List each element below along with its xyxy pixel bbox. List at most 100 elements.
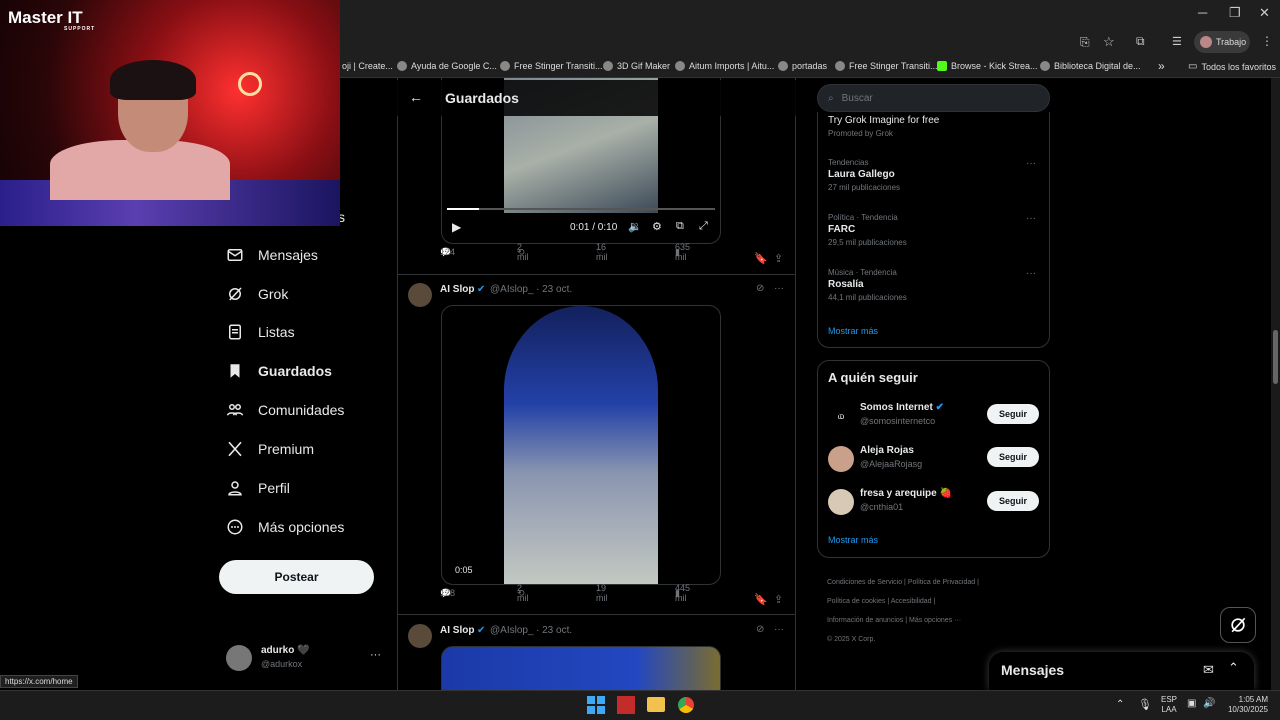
grok-button[interactable] <box>1220 607 1256 643</box>
progress-track[interactable] <box>447 208 715 210</box>
volume-icon[interactable]: 🔉 <box>628 220 642 233</box>
tweet-date[interactable]: · 23 oct. <box>536 625 572 636</box>
app-icon[interactable] <box>617 696 635 714</box>
star-icon[interactable]: ☆ <box>1103 34 1115 50</box>
more-icon[interactable]: ··· <box>1026 213 1036 224</box>
follow-button[interactable]: Seguir <box>987 404 1039 424</box>
share-icon[interactable]: ⇪ <box>774 593 783 606</box>
follow-name[interactable]: fresa y arequipe 🍓 <box>860 488 952 499</box>
chevron-up-icon[interactable]: ⌃ <box>1116 699 1124 710</box>
windows-start-icon[interactable] <box>587 696 605 714</box>
footer-link[interactable]: Política de cookies <box>827 598 885 605</box>
bookmark-item[interactable]: Free Stinger Transiti... <box>500 61 603 71</box>
language-indicator[interactable]: ESP LAA <box>1161 695 1177 715</box>
chrome-icon[interactable] <box>676 695 696 715</box>
nav-bookmarks[interactable]: Guardados <box>226 362 332 380</box>
more-icon[interactable]: ··· <box>370 649 381 661</box>
clock[interactable]: 1:05 AM 10/30/2025 <box>1222 695 1268 715</box>
bookmark-item[interactable]: Biblioteca Digital de... <box>1040 61 1141 71</box>
bookmark-item[interactable]: oji | Create... <box>342 61 393 71</box>
messages-drawer[interactable]: Mensajes ✉ ⌃ <box>989 652 1254 690</box>
search-input[interactable]: Buscar <box>842 93 873 104</box>
more-icon[interactable]: ··· <box>774 624 784 635</box>
tweet-date[interactable]: · 23 oct. <box>536 284 572 295</box>
reading-list-icon[interactable]: ☰ <box>1172 35 1182 48</box>
bookmark-item[interactable]: Ayuda de Google C... <box>397 61 497 71</box>
avatar[interactable] <box>828 489 854 515</box>
nav-profile[interactable]: Perfil <box>226 479 290 497</box>
trend-item[interactable]: Música · Tendencia Rosalía 44,1 mil publ… <box>828 268 1038 302</box>
post-button[interactable]: Postear <box>219 560 374 594</box>
play-icon[interactable]: ▶ <box>452 220 461 234</box>
fullscreen-icon[interactable]: ⤢ <box>699 220 708 233</box>
bookmark-item[interactable]: Aitum Imports | Aitu... <box>675 61 774 71</box>
volume-icon[interactable]: 🔊 <box>1203 698 1215 709</box>
pip-icon[interactable]: ⧉ <box>676 220 684 233</box>
bookmark-item[interactable]: 3D Gif Maker <box>603 61 670 71</box>
grok-icon[interactable]: ⊘ <box>756 283 764 294</box>
bookmark-icon <box>230 364 240 378</box>
author-handle[interactable]: @AIslop_ <box>490 625 534 636</box>
follow-name[interactable]: Somos Internet ✔ <box>860 402 944 413</box>
show-more-link[interactable]: Mostrar más <box>828 535 878 545</box>
account-switcher[interactable]: adurko 🖤 @adurkox ··· <box>226 643 386 673</box>
new-message-icon[interactable]: ✉ <box>1203 662 1214 678</box>
avatar[interactable] <box>408 624 432 648</box>
bookmark-icon[interactable]: 🔖 <box>754 252 768 265</box>
profile-button[interactable]: Trabajo <box>1194 31 1250 53</box>
nav-grok[interactable]: Grok <box>226 285 288 303</box>
avatar[interactable] <box>408 283 432 307</box>
avatar[interactable]: ௰ <box>828 404 854 430</box>
nav-premium[interactable]: Premium <box>226 440 314 458</box>
author-name[interactable]: AI Slop <box>440 625 474 636</box>
close-icon[interactable]: ✕ <box>1259 5 1270 21</box>
video-player[interactable] <box>441 646 721 690</box>
nav-communities[interactable]: Comunidades <box>226 401 344 419</box>
expand-icon[interactable]: ⌃ <box>1228 660 1239 676</box>
restore-icon[interactable]: ❐ <box>1229 5 1241 21</box>
microphone-icon[interactable]: 🎙 <box>1138 698 1152 711</box>
more-icon[interactable]: ··· <box>1026 158 1036 169</box>
network-icon[interactable]: ▣ <box>1187 698 1196 709</box>
follow-name[interactable]: Aleja Rojas <box>860 445 914 456</box>
scrollbar[interactable] <box>1271 78 1280 690</box>
more-icon[interactable]: ··· <box>1026 268 1036 279</box>
install-app-icon[interactable]: ⎘ <box>1080 35 1090 50</box>
video-player[interactable]: 0:05 <box>441 305 721 585</box>
promo-text[interactable]: Try Grok Imagine for free <box>828 115 939 126</box>
trend-item[interactable]: Tendencias Laura Gallego 27 mil publicac… <box>828 158 1038 192</box>
nav-messages[interactable]: Mensajes <box>226 246 318 264</box>
bookmark-icon[interactable]: 🔖 <box>754 593 768 606</box>
nav-more[interactable]: Más opciones <box>226 518 344 536</box>
grok-icon[interactable]: ⊘ <box>756 624 764 635</box>
avatar[interactable] <box>828 446 854 472</box>
footer-link[interactable]: Condiciones de Servicio <box>827 579 902 586</box>
author-handle[interactable]: @AIslop_ <box>490 284 534 295</box>
footer-link[interactable]: Accesibilidad <box>891 598 932 605</box>
site-icon <box>835 61 845 71</box>
follow-button[interactable]: Seguir <box>987 491 1039 511</box>
search-box[interactable]: ⌕ Buscar <box>817 84 1050 112</box>
share-icon[interactable]: ⇪ <box>774 252 783 265</box>
bookmark-item[interactable]: Free Stinger Transiti... <box>835 61 938 71</box>
minimize-icon[interactable]: ─ <box>1198 5 1207 20</box>
author-name[interactable]: AI Slop <box>440 284 474 295</box>
scrollbar-thumb[interactable] <box>1273 330 1278 384</box>
nav-lists[interactable]: Listas <box>226 323 295 341</box>
bookmark-item[interactable]: portadas <box>778 61 827 71</box>
trend-item[interactable]: Política · Tendencia FARC 29,5 mil publi… <box>828 213 1038 247</box>
bookmarks-more-button[interactable]: » <box>1158 59 1165 73</box>
footer-link[interactable]: Más opciones ··· <box>909 617 961 624</box>
footer-link[interactable]: Política de Privacidad <box>908 579 975 586</box>
settings-icon[interactable]: ⚙ <box>652 220 662 233</box>
file-explorer-icon[interactable] <box>647 697 665 712</box>
footer-link[interactable]: Información de anuncios <box>827 617 903 624</box>
follow-button[interactable]: Seguir <box>987 447 1039 467</box>
more-icon[interactable]: ··· <box>774 283 784 294</box>
extensions-icon[interactable]: ⧉ <box>1136 34 1145 49</box>
menu-dots-icon[interactable]: ⋮ <box>1261 34 1273 48</box>
bookmark-item[interactable]: Browse - Kick Strea... <box>937 61 1038 71</box>
back-arrow-icon[interactable]: ← <box>409 89 423 105</box>
show-more-link[interactable]: Mostrar más <box>828 326 878 336</box>
all-favorites-folder[interactable]: ▭ Todos los favoritos <box>1188 61 1276 72</box>
